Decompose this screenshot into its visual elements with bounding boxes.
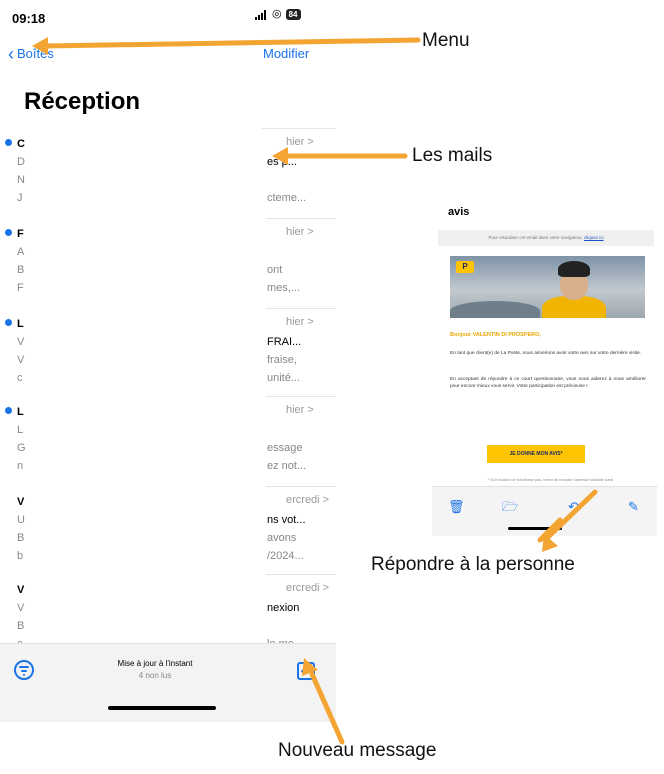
mail-preview-text: essage bbox=[267, 442, 303, 454]
mail-line: B bbox=[17, 264, 25, 276]
mail-line: N bbox=[17, 174, 25, 186]
reply-icon[interactable]: ↶ bbox=[568, 500, 579, 514]
mail-sender: C bbox=[17, 138, 25, 150]
mail-preview-text: mes,... bbox=[267, 282, 301, 294]
signal-icon bbox=[255, 9, 268, 20]
mail-line: n bbox=[17, 460, 24, 472]
redacted-area bbox=[50, 130, 266, 645]
bottom-toolbar: Mise à jour à l'instant 4 non lus bbox=[0, 643, 336, 722]
mail-preview-text: avons bbox=[267, 532, 297, 544]
la-poste-logo: P bbox=[456, 261, 474, 273]
mail-date: hier bbox=[286, 136, 314, 148]
row-divider bbox=[262, 396, 336, 397]
mail-line: b bbox=[17, 550, 24, 562]
email-preview: avis Pour visualiser cet email dans votr… bbox=[432, 196, 657, 536]
back-button[interactable]: ‹ Boîtes bbox=[8, 43, 54, 64]
mail-inbox-screen: 09:18 ◎ 84 ‹ Boîtes Modifier Réception C… bbox=[0, 0, 336, 722]
mail-line: A bbox=[17, 246, 25, 258]
mail-line: J bbox=[17, 192, 23, 204]
mail-subject: nexion bbox=[267, 602, 300, 614]
mail-line: U bbox=[17, 514, 25, 526]
unread-dot-icon bbox=[5, 407, 12, 414]
home-indicator bbox=[108, 706, 216, 710]
mail-sender: V bbox=[17, 496, 25, 508]
mail-line: F bbox=[17, 282, 24, 294]
annotation-reply: Répondre à la personne bbox=[371, 554, 575, 575]
row-divider bbox=[262, 486, 336, 487]
mail-sender: F bbox=[17, 228, 24, 240]
mail-line: V bbox=[17, 602, 25, 614]
mail-line: B bbox=[17, 620, 25, 632]
row-divider bbox=[262, 128, 336, 129]
web-view-link[interactable]: cliquez ici bbox=[584, 235, 604, 240]
row-divider bbox=[262, 308, 336, 309]
mail-line: D bbox=[17, 156, 25, 168]
mail-subject: es p... bbox=[267, 156, 297, 168]
unread-dot-icon bbox=[5, 319, 12, 326]
compose-icon[interactable] bbox=[297, 662, 315, 680]
mail-preview-text: unité... bbox=[267, 372, 301, 384]
mail-line: c bbox=[17, 372, 23, 384]
mail-preview-text: /2024... bbox=[267, 550, 304, 562]
annotation-menu: Menu bbox=[422, 30, 470, 51]
row-divider bbox=[262, 218, 336, 219]
page-title: Réception bbox=[24, 88, 141, 115]
mail-preview-text: cteme... bbox=[267, 192, 307, 204]
unread-dot-icon bbox=[5, 139, 12, 146]
email-subject: avis bbox=[448, 206, 470, 218]
email-greeting: Bonjour VALENTIN DI PROSPERO, bbox=[450, 332, 541, 338]
mail-sender: L bbox=[17, 406, 24, 418]
web-view-notice: Pour visualiser cet email dans votre nav… bbox=[438, 230, 654, 246]
status-bar: 09:18 ◎ 84 bbox=[0, 0, 336, 34]
annotation-mails: Les mails bbox=[412, 145, 493, 166]
email-paragraph-2: En acceptant de répondre à ce court ques… bbox=[450, 377, 646, 389]
email-paragraph-1: En tant que client(e) de La Poste, nous … bbox=[450, 351, 642, 356]
mail-preview-text: ont bbox=[267, 264, 283, 276]
mail-date: ercredi bbox=[286, 582, 329, 594]
back-label: Boîtes bbox=[17, 46, 54, 61]
mail-line: V bbox=[17, 354, 25, 366]
filter-icon[interactable] bbox=[14, 660, 34, 680]
web-notice-text: Pour visualiser cet email dans votre nav… bbox=[488, 235, 583, 240]
battery-indicator: 84 bbox=[285, 9, 301, 20]
email-toolbar: 🗑 🗁 ↶ ✎ bbox=[432, 486, 657, 536]
give-feedback-button[interactable]: JE DONNE MON AVIS* bbox=[487, 445, 585, 463]
edit-button[interactable]: Modifier bbox=[263, 46, 309, 61]
trash-icon[interactable]: 🗑 bbox=[448, 500, 465, 514]
wifi-icon: ◎ bbox=[272, 8, 282, 20]
update-status: Mise à jour à l'instant bbox=[117, 659, 193, 668]
mail-subject: FRAI... bbox=[267, 336, 302, 348]
hero-image: P bbox=[450, 256, 645, 318]
mail-date: hier bbox=[286, 316, 314, 328]
email-footnote: * Si le bouton ne fonctionne pas, merci … bbox=[487, 478, 614, 482]
mail-subject: ns vot... bbox=[267, 514, 306, 526]
mail-line: V bbox=[17, 336, 25, 348]
unread-dot-icon bbox=[5, 229, 12, 236]
mail-date: hier bbox=[286, 226, 314, 238]
chevron-left-icon: ‹ bbox=[8, 43, 14, 64]
mail-sender: L bbox=[17, 318, 24, 330]
mail-date: ercredi bbox=[286, 494, 329, 506]
status-time: 09:18 bbox=[12, 11, 46, 26]
mail-line: L bbox=[17, 424, 24, 436]
status-icons: ◎ 84 bbox=[255, 9, 301, 20]
compose-icon[interactable]: ✎ bbox=[628, 500, 639, 514]
unread-count: 4 non lus bbox=[138, 671, 172, 680]
row-divider bbox=[262, 574, 336, 575]
annotation-new-message: Nouveau message bbox=[278, 740, 437, 761]
home-indicator bbox=[508, 527, 562, 530]
mail-line: G bbox=[17, 442, 26, 454]
mail-sender: V bbox=[17, 584, 25, 596]
mail-date: hier bbox=[286, 404, 314, 416]
mail-preview-text: ez not... bbox=[267, 460, 307, 472]
folder-icon[interactable]: 🗁 bbox=[502, 500, 518, 514]
mail-preview-text: fraise, bbox=[267, 354, 297, 366]
mail-line: B bbox=[17, 532, 25, 544]
